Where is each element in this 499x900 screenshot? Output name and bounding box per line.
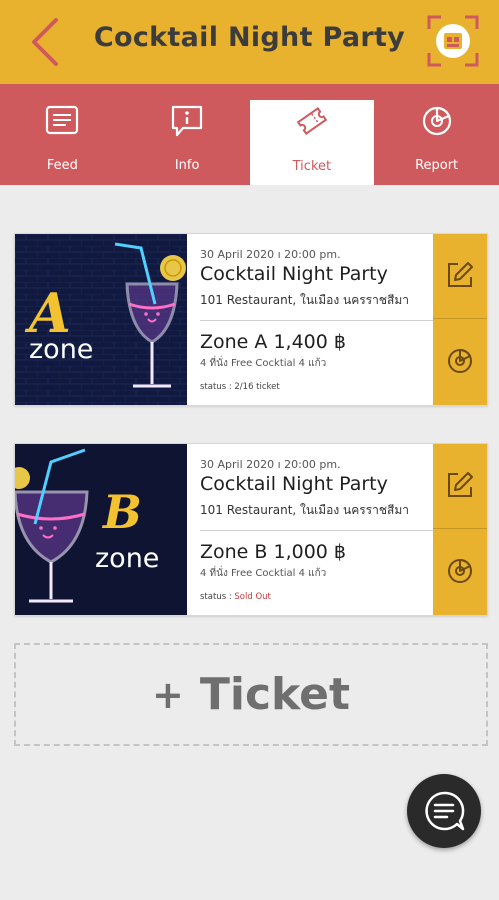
event-venue: 101 Restaurant, ในเมือง นครราชสีมา	[200, 503, 409, 517]
status-label: status :	[200, 592, 235, 602]
page-title: Cocktail Night Party	[93, 22, 406, 53]
tab-label: Info	[174, 158, 200, 173]
zone-b-artwork: B zone	[15, 444, 187, 615]
ticket-details: 30 April 2020 ı 20:00 pm. Cocktail Night…	[187, 234, 434, 405]
report-icon	[448, 558, 472, 583]
art-word: zone	[29, 334, 93, 365]
art-word: zone	[95, 543, 159, 574]
ticket-actions	[433, 234, 487, 405]
ticket-actions	[433, 444, 487, 615]
zone-price: Zone B 1,000 ฿	[200, 541, 347, 563]
event-name: Cocktail Night Party	[200, 473, 388, 495]
tab-label: Report	[415, 158, 459, 173]
add-ticket-button[interactable]: + Ticket	[14, 643, 488, 746]
tab-feed[interactable]: Feed	[0, 84, 125, 185]
event-date: 30 April 2020 ı 20:00 pm.	[200, 248, 341, 261]
tab-bar: Feed Info Ticket Report	[0, 84, 499, 185]
status-label: status :	[200, 382, 235, 392]
edit-ticket-button[interactable]	[433, 234, 487, 319]
ticket-card-zone-a[interactable]: A zone 30 April 2020 ı 20:00 pm. Cocktai…	[14, 233, 488, 406]
art-letter: B	[101, 485, 142, 539]
ticket-report-button[interactable]	[433, 320, 487, 405]
zone-a-artwork: A zone	[15, 234, 187, 405]
edit-icon	[448, 262, 473, 287]
tab-report[interactable]: Report	[374, 84, 499, 185]
tab-label: Ticket	[292, 159, 332, 174]
divider	[200, 530, 434, 531]
tab-ticket[interactable]: Ticket	[249, 100, 375, 185]
chat-menu-button[interactable]	[407, 774, 481, 848]
edit-icon	[448, 472, 473, 497]
zone-price: Zone A 1,400 ฿	[200, 331, 346, 353]
status-value: 2/16 ticket	[234, 382, 280, 392]
ticket-icon	[296, 106, 328, 136]
neon-cocktail-image: A zone	[15, 234, 187, 405]
chevron-left-icon[interactable]	[26, 14, 66, 70]
report-icon	[448, 348, 472, 373]
add-ticket-label: Ticket	[199, 669, 350, 720]
report-icon	[422, 106, 451, 136]
tab-label: Feed	[46, 158, 78, 173]
zone-description: 4 ที่นั่ง Free Cocktial 4 แก้ว	[200, 358, 327, 369]
edit-ticket-button[interactable]	[433, 444, 487, 529]
qr-scan-icon[interactable]	[427, 15, 479, 67]
ticket-status: status : Sold Out	[200, 592, 271, 602]
divider	[200, 320, 434, 321]
plus-icon: +	[152, 672, 184, 717]
status-value: Sold Out	[234, 592, 271, 602]
tab-info[interactable]: Info	[125, 84, 250, 185]
info-icon	[172, 105, 203, 137]
app-header: Cocktail Night Party	[0, 0, 499, 84]
feed-icon	[46, 105, 79, 135]
neon-cocktail-image: B zone	[15, 444, 187, 615]
ticket-card-zone-b[interactable]: B zone 30 April 2020 ı 20:00 pm. Cocktai…	[14, 443, 488, 616]
ticket-status: status : 2/16 ticket	[200, 382, 280, 392]
ticket-report-button[interactable]	[433, 530, 487, 615]
zone-description: 4 ที่นั่ง Free Cocktial 4 แก้ว	[200, 568, 327, 579]
ticket-details: 30 April 2020 ı 20:00 pm. Cocktail Night…	[187, 444, 434, 615]
event-name: Cocktail Night Party	[200, 263, 388, 285]
chat-menu-icon	[425, 791, 465, 831]
event-date: 30 April 2020 ı 20:00 pm.	[200, 458, 341, 471]
event-venue: 101 Restaurant, ในเมือง นครราชสีมา	[200, 293, 409, 307]
